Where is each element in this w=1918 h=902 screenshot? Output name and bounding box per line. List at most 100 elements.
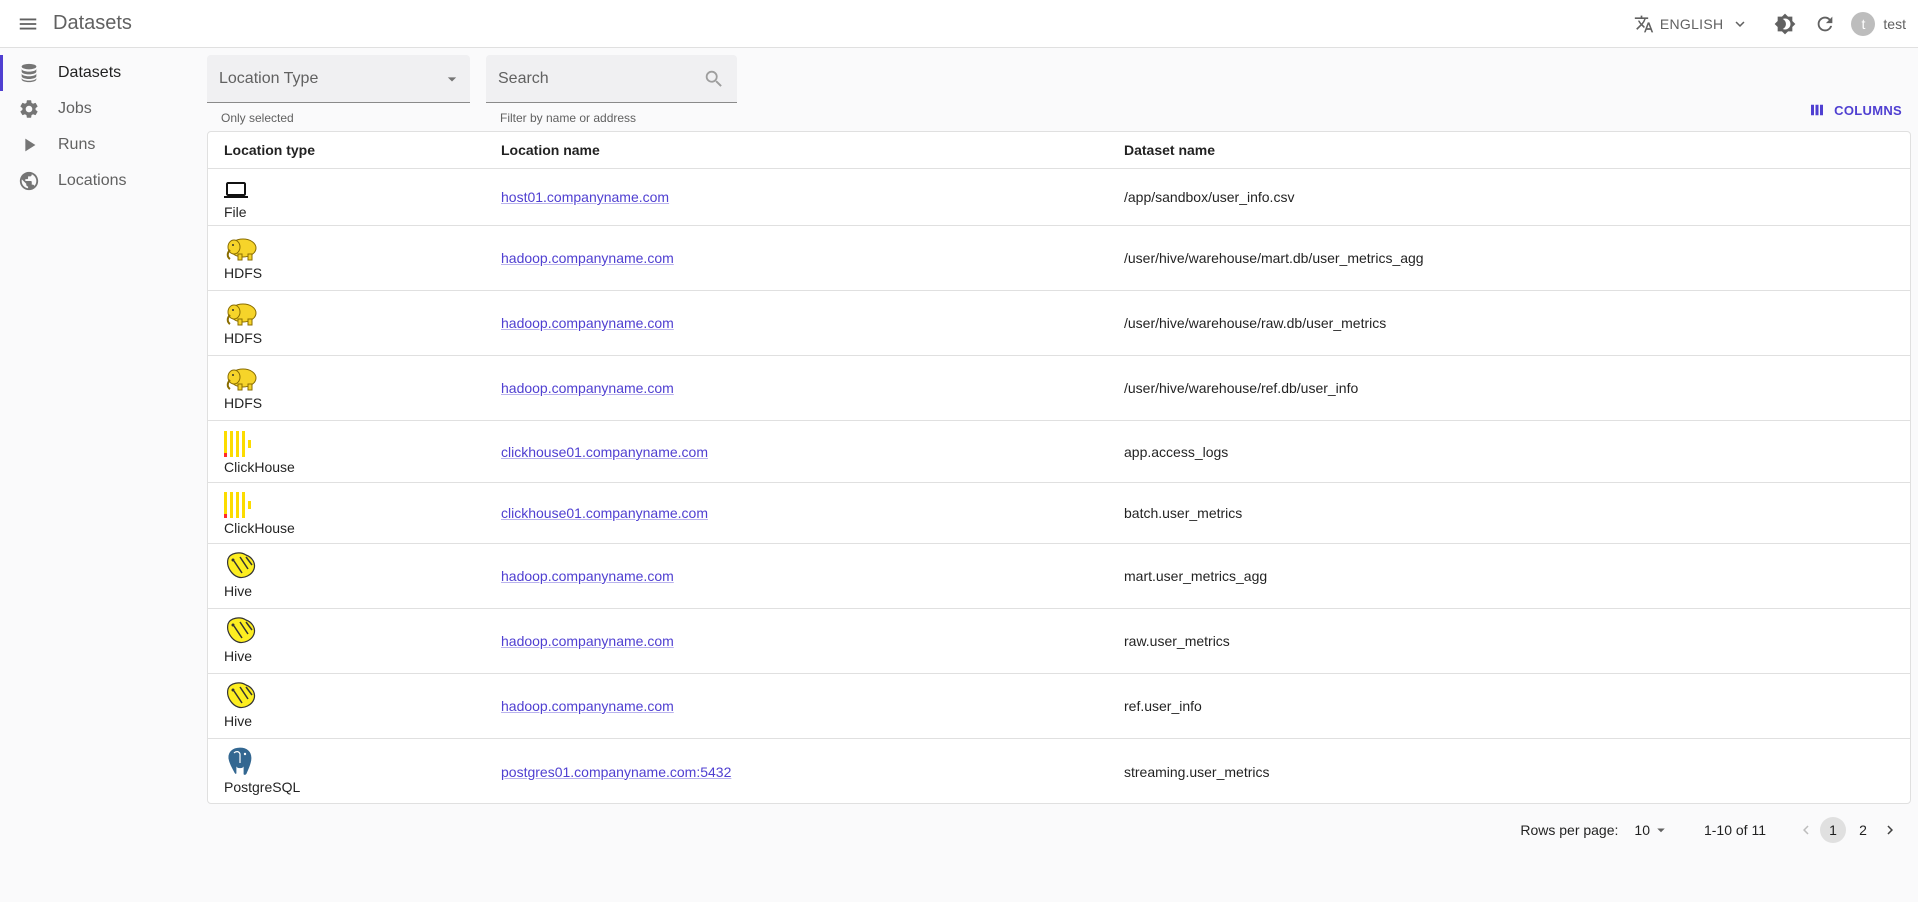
location-type-label: Hive — [224, 648, 253, 664]
location-link[interactable]: hadoop.companyname.com — [501, 633, 674, 649]
postgresql-elephant-icon — [227, 745, 253, 776]
table-row[interactable]: HDFS hadoop.companyname.com /user/hive/w… — [208, 226, 1910, 291]
dataset-name: /user/hive/warehouse/ref.db/user_info — [1124, 380, 1359, 396]
location-type-label: HDFS — [224, 395, 263, 411]
sidebar-item-jobs[interactable]: Jobs — [0, 91, 190, 127]
laptop-icon — [224, 182, 248, 198]
globe-icon — [19, 171, 39, 191]
page-title: Datasets — [53, 12, 132, 34]
location-link[interactable]: hadoop.companyname.com — [501, 380, 674, 396]
location-link[interactable]: hadoop.companyname.com — [501, 250, 674, 266]
location-link[interactable]: clickhouse01.companyname.com — [501, 444, 708, 460]
search-helper-text: Filter by name or address — [500, 111, 637, 125]
location-link[interactable]: host01.companyname.com — [501, 189, 669, 205]
search-placeholder: Search — [498, 69, 549, 87]
location-type-label: PostgreSQL — [224, 778, 301, 795]
database-icon — [21, 63, 37, 83]
location-link[interactable]: hadoop.companyname.com — [501, 315, 674, 331]
table-row[interactable]: HDFS hadoop.companyname.com /user/hive/w… — [208, 291, 1910, 356]
table-row[interactable]: Hive hadoop.companyname.com raw.user_met… — [208, 609, 1910, 674]
table-row[interactable]: ClickHouse clickhouse01.companyname.com … — [208, 483, 1910, 544]
location-type-label: Hive — [224, 713, 253, 729]
table-row[interactable]: HDFS hadoop.companyname.com /user/hive/w… — [208, 356, 1910, 421]
location-link[interactable]: postgres01.companyname.com:5432 — [501, 764, 731, 780]
location-link[interactable]: hadoop.companyname.com — [501, 698, 674, 714]
sidebar-item-locations[interactable]: Locations — [0, 163, 190, 199]
dataset-name: ref.user_info — [1124, 698, 1202, 714]
location-link[interactable]: hadoop.companyname.com — [501, 568, 674, 584]
page-button-2[interactable]: 2 — [1850, 817, 1876, 843]
sidebar-item-label: Locations — [58, 172, 127, 189]
datasets-table: Location type Location name Dataset name… — [207, 131, 1911, 804]
view-columns-icon — [1811, 104, 1824, 116]
caret-down-icon — [1657, 828, 1665, 833]
sidebar-item-runs[interactable]: Runs — [0, 127, 190, 163]
dataset-name: app.access_logs — [1124, 443, 1229, 460]
dataset-name: /user/hive/warehouse/raw.db/user_metrics — [1124, 315, 1387, 331]
dataset-name: mart.user_metrics_agg — [1124, 568, 1268, 584]
caret-down-icon — [447, 76, 457, 81]
rows-per-page-select[interactable]: 10 — [1634, 821, 1670, 839]
sidebar-item-label: Jobs — [58, 100, 92, 117]
refresh-icon — [1818, 16, 1833, 32]
chevron-down-icon — [1735, 21, 1745, 27]
page-button-1[interactable]: 1 — [1820, 817, 1846, 843]
location-type-label: ClickHouse — [224, 458, 295, 475]
location-type-label: ClickHouse — [224, 520, 295, 536]
pagination-range: 1-10 of 11 — [1703, 822, 1766, 838]
location-type-label: Hive — [224, 583, 253, 599]
translate-icon — [1634, 15, 1654, 33]
location-type-placeholder: Location Type — [219, 69, 319, 87]
language-selector[interactable]: ENGLISH — [1628, 6, 1756, 42]
table-row[interactable]: PostgreSQL postgres01.companyname.com:54… — [208, 739, 1910, 803]
chevron-left-icon — [1803, 825, 1809, 835]
pagination: Rows per page: 10 1-10 of 11 1 2 — [1520, 817, 1902, 843]
columns-button[interactable]: COLUMNS — [1808, 100, 1902, 120]
dataset-name: /app/sandbox/user_info.csv — [1124, 189, 1295, 205]
sidebar-item-label: Datasets — [58, 64, 122, 81]
table-row[interactable]: Hive hadoop.companyname.com ref.user_inf… — [208, 674, 1910, 739]
next-page-button[interactable] — [1878, 818, 1902, 842]
column-header-dataset-name[interactable]: Dataset name — [1108, 142, 1910, 158]
hamburger-menu-icon — [19, 18, 37, 29]
hive-bee-icon — [227, 682, 256, 709]
clickhouse-icon — [224, 430, 251, 457]
gear-icon — [20, 100, 38, 118]
sidebar-item-label: Runs — [58, 136, 96, 153]
refresh-button[interactable] — [1805, 4, 1845, 44]
location-type-label: HDFS — [224, 265, 263, 281]
location-type-select[interactable]: Location Type — [207, 55, 470, 103]
language-label: ENGLISH — [1659, 16, 1724, 32]
theme-toggle-button[interactable] — [1765, 4, 1805, 44]
sidebar-item-datasets[interactable]: Datasets — [0, 55, 190, 91]
hive-bee-icon — [227, 617, 256, 644]
username: test — [1883, 16, 1906, 32]
menu-button[interactable] — [0, 0, 56, 48]
location-type-label: HDFS — [224, 330, 263, 346]
sidebar: Datasets Jobs Runs Locations — [0, 48, 190, 199]
column-header-location-type[interactable]: Location type — [208, 142, 485, 158]
dataset-name: /user/hive/warehouse/mart.db/user_metric… — [1124, 250, 1424, 266]
location-type-label: File — [224, 204, 247, 220]
table-row[interactable]: ClickHouse clickhouse01.companyname.com … — [208, 421, 1910, 483]
dataset-name: streaming.user_metrics — [1124, 763, 1270, 780]
user-menu[interactable]: t test — [1845, 6, 1918, 42]
hive-bee-icon — [227, 552, 256, 579]
rows-per-page-value: 10 — [1634, 822, 1650, 838]
table-row[interactable]: File host01.companyname.com /app/sandbox… — [208, 169, 1910, 226]
brightness-icon — [1775, 13, 1796, 35]
previous-page-button[interactable] — [1794, 818, 1818, 842]
rows-per-page-label: Rows per page: — [1520, 822, 1619, 838]
column-header-location-name[interactable]: Location name — [485, 142, 1108, 158]
table-row[interactable]: Hive hadoop.companyname.com mart.user_me… — [208, 544, 1910, 609]
clickhouse-icon — [224, 492, 251, 518]
search-icon — [705, 70, 722, 87]
play-icon — [25, 138, 36, 152]
avatar: t — [1851, 12, 1876, 36]
hadoop-elephant-icon — [226, 303, 257, 326]
table-header: Location type Location name Dataset name — [208, 132, 1910, 169]
app-bar: Datasets ENGLISH t test — [0, 0, 1918, 48]
location-link[interactable]: clickhouse01.companyname.com — [501, 505, 708, 521]
dataset-name: batch.user_metrics — [1124, 505, 1243, 521]
search-input[interactable]: Search — [486, 55, 737, 103]
